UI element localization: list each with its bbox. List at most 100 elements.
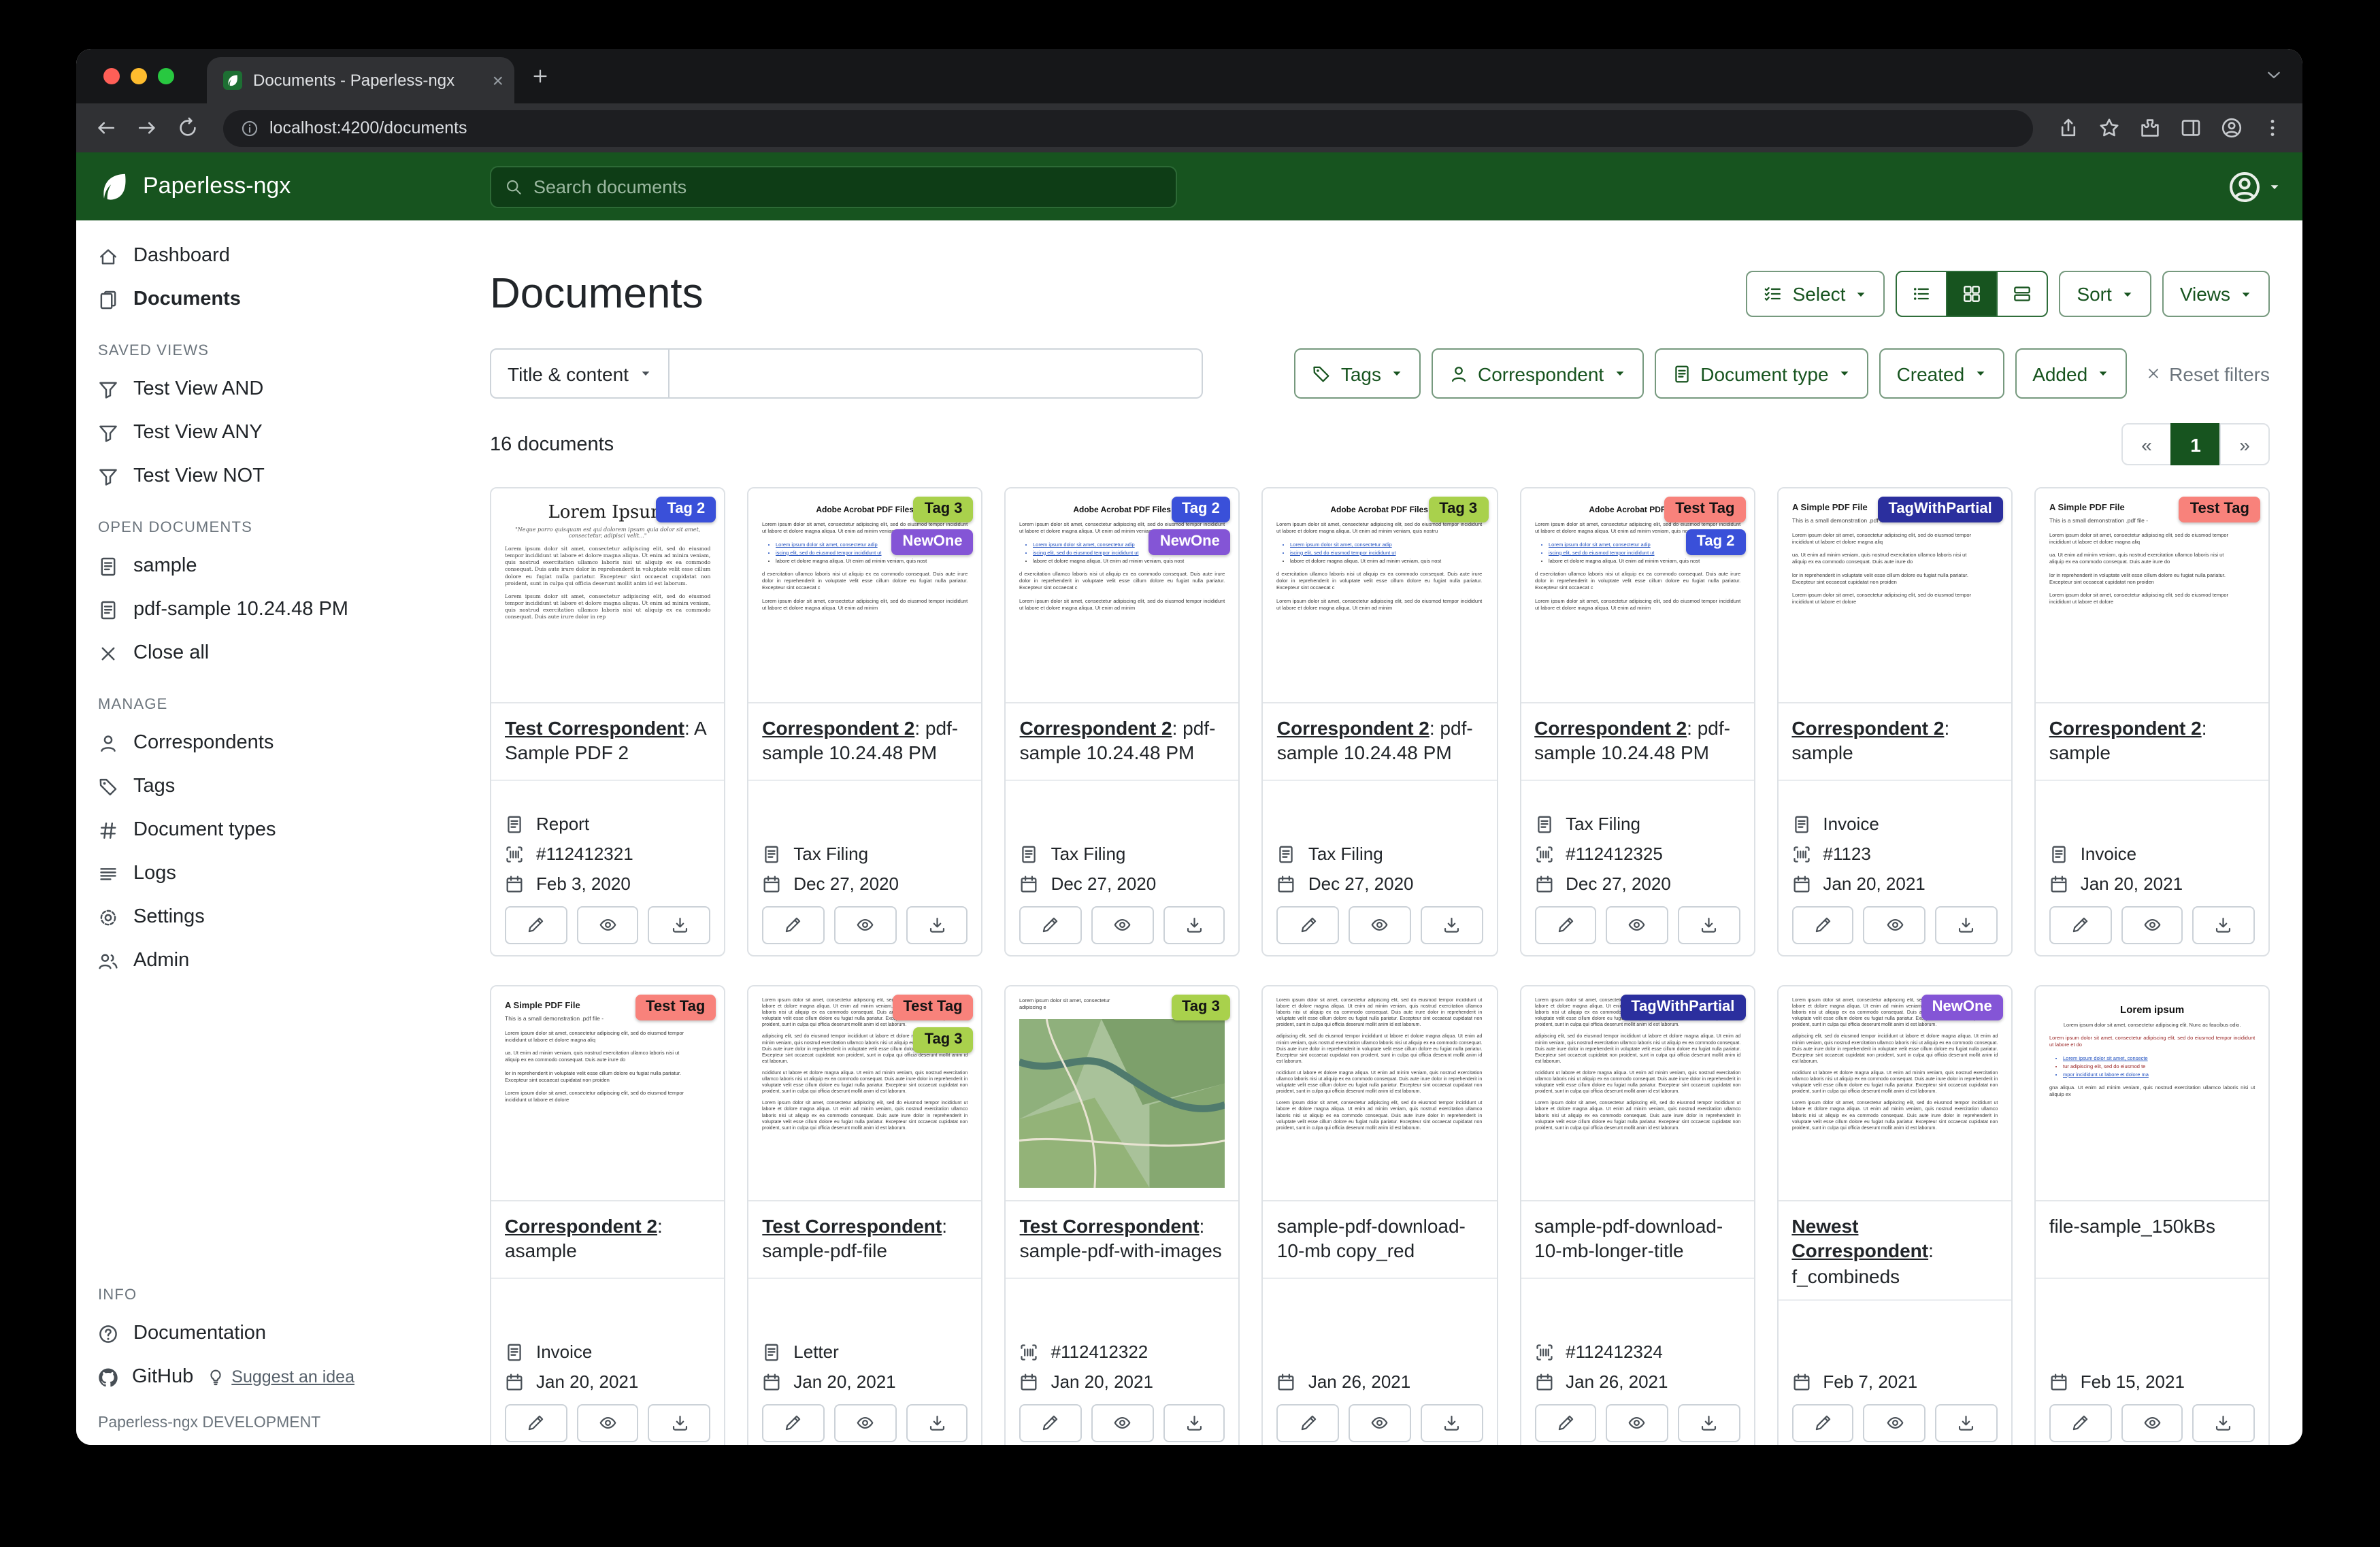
view-document-button[interactable]: [576, 1404, 638, 1442]
filter-correspondent-button[interactable]: Correspondent: [1432, 348, 1643, 399]
edit-document-button[interactable]: [1534, 1404, 1596, 1442]
github-link[interactable]: GitHub: [132, 1366, 193, 1388]
document-preview[interactable]: Lorem ipsum dolor sit amet, consectetur …: [748, 986, 981, 1201]
sidebar-open-document-pdf-sample[interactable]: pdf-sample 10.24.48 PM: [76, 588, 457, 631]
edit-document-button[interactable]: [1791, 906, 1853, 944]
document-preview[interactable]: Adobe Acrobat PDF Files Lorem ipsum dolo…: [1521, 488, 1753, 703]
document-preview[interactable]: A Simple PDF File This is a small demons…: [491, 986, 724, 1201]
tab-search-button[interactable]: [2264, 65, 2283, 91]
search-input[interactable]: [533, 176, 1132, 197]
download-document-button[interactable]: [906, 1404, 968, 1442]
view-document-button[interactable]: [1606, 1404, 1668, 1442]
address-bar[interactable]: localhost:4200/documents: [223, 110, 2033, 146]
browser-menu-button[interactable]: [2262, 117, 2283, 139]
filter-created-button[interactable]: Created: [1879, 348, 2004, 399]
tag-badge[interactable]: Tag 2: [656, 497, 716, 522]
correspondent-link[interactable]: Correspondent 2: [505, 1215, 657, 1237]
correspondent-link[interactable]: Test Correspondent: [1020, 1215, 1200, 1237]
download-document-button[interactable]: [2193, 906, 2255, 944]
sidebar-item-test-view-any[interactable]: Test View ANY: [76, 411, 457, 454]
view-document-button[interactable]: [2121, 906, 2183, 944]
document-preview[interactable]: Lorem ipsum dolor sit amet, consectetur …: [1778, 986, 2011, 1201]
download-document-button[interactable]: [1678, 1404, 1740, 1442]
sidebar-item-document-types[interactable]: Document types: [76, 808, 457, 852]
tag-badge[interactable]: TagWithPartial: [1620, 995, 1745, 1020]
edit-document-button[interactable]: [505, 906, 567, 944]
view-mode-grid-button[interactable]: [1946, 271, 1998, 317]
edit-document-button[interactable]: [2049, 906, 2111, 944]
correspondent-link[interactable]: Correspondent 2: [1791, 717, 1944, 739]
download-document-button[interactable]: [906, 906, 968, 944]
browser-profile-button[interactable]: [2221, 117, 2243, 139]
user-menu-button[interactable]: [2228, 169, 2281, 203]
side-panel-button[interactable]: [2180, 117, 2202, 139]
tag-badge[interactable]: Test Tag: [2179, 497, 2260, 522]
pagination-prev-button[interactable]: «: [2121, 423, 2172, 465]
title-content-filter-input[interactable]: [670, 348, 1203, 399]
view-document-button[interactable]: [1864, 1404, 1926, 1442]
view-document-button[interactable]: [1091, 906, 1153, 944]
edit-document-button[interactable]: [2049, 1404, 2111, 1442]
tag-badge[interactable]: Test Tag: [892, 995, 973, 1020]
filter-document-type-button[interactable]: Document type: [1654, 348, 1868, 399]
browser-tab[interactable]: Documents - Paperless-ngx ×: [207, 57, 514, 103]
correspondent-link[interactable]: Newest Correspondent: [1791, 1215, 1928, 1262]
edit-document-button[interactable]: [505, 1404, 567, 1442]
forward-button[interactable]: [136, 117, 158, 139]
download-document-button[interactable]: [1421, 1404, 1483, 1442]
edit-document-button[interactable]: [1020, 906, 1082, 944]
correspondent-link[interactable]: Correspondent 2: [1534, 717, 1687, 739]
tag-badge[interactable]: NewOne: [892, 529, 974, 555]
sidebar-item-documentation[interactable]: Documentation: [76, 1312, 457, 1355]
tag-badge[interactable]: Tag 2: [1171, 497, 1231, 522]
view-document-button[interactable]: [834, 1404, 896, 1442]
extensions-button[interactable]: [2139, 117, 2161, 139]
correspondent-link[interactable]: Correspondent 2: [1277, 717, 1429, 739]
sidebar-item-settings[interactable]: Settings: [76, 895, 457, 939]
tag-badge[interactable]: NewOne: [1921, 995, 2003, 1020]
edit-document-button[interactable]: [1277, 1404, 1339, 1442]
site-info-icon[interactable]: [241, 119, 259, 137]
correspondent-link[interactable]: Correspondent 2: [762, 717, 914, 739]
filter-field-dropdown[interactable]: Title & content: [490, 348, 670, 399]
minimize-window-button[interactable]: [131, 68, 147, 84]
sidebar-item-documents[interactable]: Documents: [76, 278, 457, 321]
view-document-button[interactable]: [1864, 906, 1926, 944]
document-preview[interactable]: Adobe Acrobat PDF Files Lorem ipsum dolo…: [1263, 488, 1496, 703]
tag-badge[interactable]: Tag 2: [1686, 529, 1746, 555]
view-mode-detail-button[interactable]: [1996, 271, 2048, 317]
edit-document-button[interactable]: [1534, 906, 1596, 944]
document-preview[interactable]: Lorem ipsum Lorem ipsum dolor sit amet, …: [2036, 986, 2268, 1201]
sidebar-item-logs[interactable]: Logs: [76, 852, 457, 895]
pagination-next-button[interactable]: »: [2219, 423, 2270, 465]
edit-document-button[interactable]: [762, 906, 824, 944]
sidebar-item-test-view-and[interactable]: Test View AND: [76, 367, 457, 411]
document-preview[interactable]: Adobe Acrobat PDF Files Lorem ipsum dolo…: [748, 488, 981, 703]
sidebar-item-admin[interactable]: Admin: [76, 939, 457, 982]
sidebar-item-dashboard[interactable]: Dashboard: [76, 234, 457, 278]
document-preview[interactable]: Lorem ipsum dolor sit amet, consectetur …: [1263, 986, 1496, 1201]
view-document-button[interactable]: [1606, 906, 1668, 944]
document-title-link[interactable]: file-sample_150kBs: [2049, 1215, 2215, 1237]
suggest-idea-link[interactable]: Suggest an idea: [207, 1367, 354, 1386]
edit-document-button[interactable]: [1020, 1404, 1082, 1442]
tab-close-icon[interactable]: ×: [493, 71, 503, 90]
document-title-link[interactable]: sample-pdf-download-10-mb-longer-title: [1534, 1215, 1723, 1262]
tag-badge[interactable]: Tag 3: [1428, 497, 1488, 522]
tag-badge[interactable]: TagWithPartial: [1878, 497, 2003, 522]
view-mode-list-button[interactable]: [1896, 271, 1947, 317]
correspondent-link[interactable]: Correspondent 2: [2049, 717, 2202, 739]
tag-badge[interactable]: Test Tag: [1664, 497, 1745, 522]
bookmark-button[interactable]: [2098, 117, 2120, 139]
download-document-button[interactable]: [1935, 1404, 1997, 1442]
tag-badge[interactable]: Tag 3: [1171, 995, 1231, 1020]
document-preview[interactable]: Lorem ipsum dolor sit amet, consectetur …: [1006, 986, 1239, 1201]
correspondent-link[interactable]: Test Correspondent: [505, 717, 684, 739]
reset-filters-button[interactable]: Reset filters: [2146, 363, 2270, 384]
download-document-button[interactable]: [1163, 906, 1225, 944]
sidebar-item-test-view-not[interactable]: Test View NOT: [76, 454, 457, 498]
close-all-button[interactable]: Close all: [76, 631, 457, 675]
view-document-button[interactable]: [576, 906, 638, 944]
view-document-button[interactable]: [2121, 1404, 2183, 1442]
download-document-button[interactable]: [1163, 1404, 1225, 1442]
